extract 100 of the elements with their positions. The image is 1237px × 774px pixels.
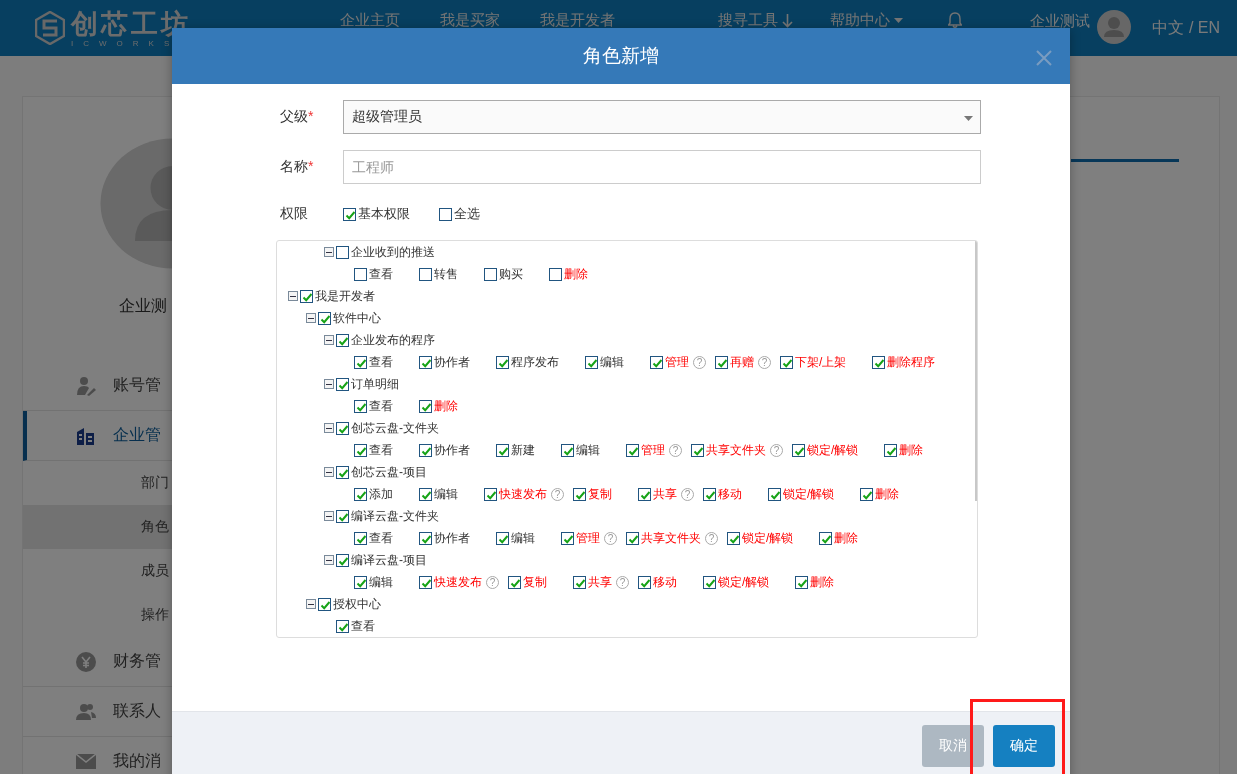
bell-icon[interactable] [948,12,962,28]
permission-label: 删除 [899,441,924,459]
nav-link[interactable]: 我是买家 [440,0,500,30]
checkbox[interactable] [336,245,349,259]
confirm-button[interactable]: 确定 [993,725,1055,767]
checkbox[interactable] [496,355,509,369]
checkbox[interactable] [638,575,651,589]
permission-label: 复制 [523,573,547,591]
checkbox[interactable] [354,355,367,369]
logo-subtitle: ICWORKS [71,38,180,48]
checkbox[interactable] [419,487,432,501]
checkbox[interactable] [638,487,651,501]
permission-label: 锁定/解锁 [783,485,835,503]
checkbox[interactable] [354,399,367,413]
checkbox[interactable] [872,355,886,369]
checkbox[interactable] [727,531,740,545]
checkbox[interactable] [585,355,598,369]
nav-link[interactable]: 企业主页 [340,0,400,30]
permission-label: 删除 [564,265,588,283]
collapse-icon[interactable] [306,313,316,323]
checkbox[interactable] [354,443,367,457]
permission-label: 删除 [434,397,458,415]
collapse-icon[interactable] [306,599,316,609]
checkbox[interactable] [508,575,521,589]
checkbox[interactable] [318,597,331,611]
checkbox[interactable] [336,421,349,435]
checkbox[interactable] [703,575,716,589]
checkbox[interactable] [484,267,497,281]
permission-label: 协作者 [434,441,470,459]
permission-label: 锁定/解锁 [807,441,859,459]
checkbox[interactable] [336,619,349,633]
yen-icon [76,651,96,672]
checkbox[interactable] [419,399,432,413]
checkbox[interactable] [354,575,367,589]
checkbox[interactable] [300,289,313,303]
checkbox[interactable] [419,443,432,457]
checkbox[interactable] [860,487,874,501]
collapse-icon[interactable] [288,291,298,301]
checkbox[interactable] [573,487,586,501]
collapse-icon[interactable] [324,511,334,521]
checkbox[interactable] [336,553,349,567]
checkbox[interactable] [795,575,809,589]
checkbox[interactable] [626,443,639,457]
checkbox[interactable] [715,355,728,369]
tree-node-label: 企业收到的推送 [351,243,435,261]
checkbox[interactable] [650,355,663,369]
checkbox[interactable] [561,531,574,545]
checkbox[interactable] [336,377,349,391]
collapse-icon[interactable] [324,423,334,433]
tree-node-label: 我是开发者 [315,287,375,305]
field-label: 权限 [280,205,309,223]
checkbox[interactable] [343,207,356,221]
checkbox[interactable] [573,575,586,589]
parent-select[interactable]: 超级管理员 [343,100,981,134]
logo-icon [35,11,65,45]
checkbox[interactable] [819,531,833,545]
collapse-icon[interactable] [324,379,334,389]
collapse-icon[interactable] [324,247,334,257]
nav-link[interactable]: 我是开发者 [540,0,615,30]
collapse-icon[interactable] [324,555,334,565]
checkbox[interactable] [419,267,432,281]
checkbox[interactable] [318,311,331,325]
collapse-icon[interactable] [324,335,334,345]
name-input[interactable]: 工程师 [343,150,981,184]
language-link[interactable]: 中文 / EN [1152,10,1220,39]
checkbox[interactable] [691,443,704,457]
checkbox[interactable] [768,487,781,501]
checkbox[interactable] [354,487,367,501]
checkbox[interactable] [884,443,898,457]
checkbox[interactable] [419,531,432,545]
checkbox-label: 基本权限 [358,205,410,223]
checkbox[interactable] [336,465,349,479]
checkbox[interactable] [439,207,452,221]
checkbox[interactable] [484,487,497,501]
permission-label: 共享文件夹 [641,529,701,547]
field-label: 名称* [280,158,315,176]
checkbox[interactable] [496,443,509,457]
checkbox[interactable] [561,443,574,457]
checkbox[interactable] [419,355,432,369]
tree-node-label: 编译云盘-文件夹 [351,507,439,525]
scrollbar[interactable] [975,241,977,501]
cancel-button[interactable]: 取消 [922,725,984,767]
checkbox-label: 全选 [454,205,480,223]
field-label: 父级* [280,108,315,126]
checkbox[interactable] [336,333,349,347]
collapse-icon[interactable] [324,467,334,477]
checkbox[interactable] [703,487,716,501]
checkbox[interactable] [354,267,367,281]
checkbox[interactable] [780,355,793,369]
checkbox[interactable] [336,509,349,523]
checkbox[interactable] [419,575,432,589]
checkbox[interactable] [792,443,805,457]
nav-link[interactable]: 搜寻工具 [718,0,793,30]
permission-label: 程序发布 [511,353,559,371]
checkbox[interactable] [626,531,639,545]
checkbox[interactable] [496,531,509,545]
checkbox[interactable] [549,267,562,281]
permission-label: 删除 [834,529,859,547]
user-name[interactable]: 企业测试 [1030,10,1091,31]
checkbox[interactable] [354,531,367,545]
